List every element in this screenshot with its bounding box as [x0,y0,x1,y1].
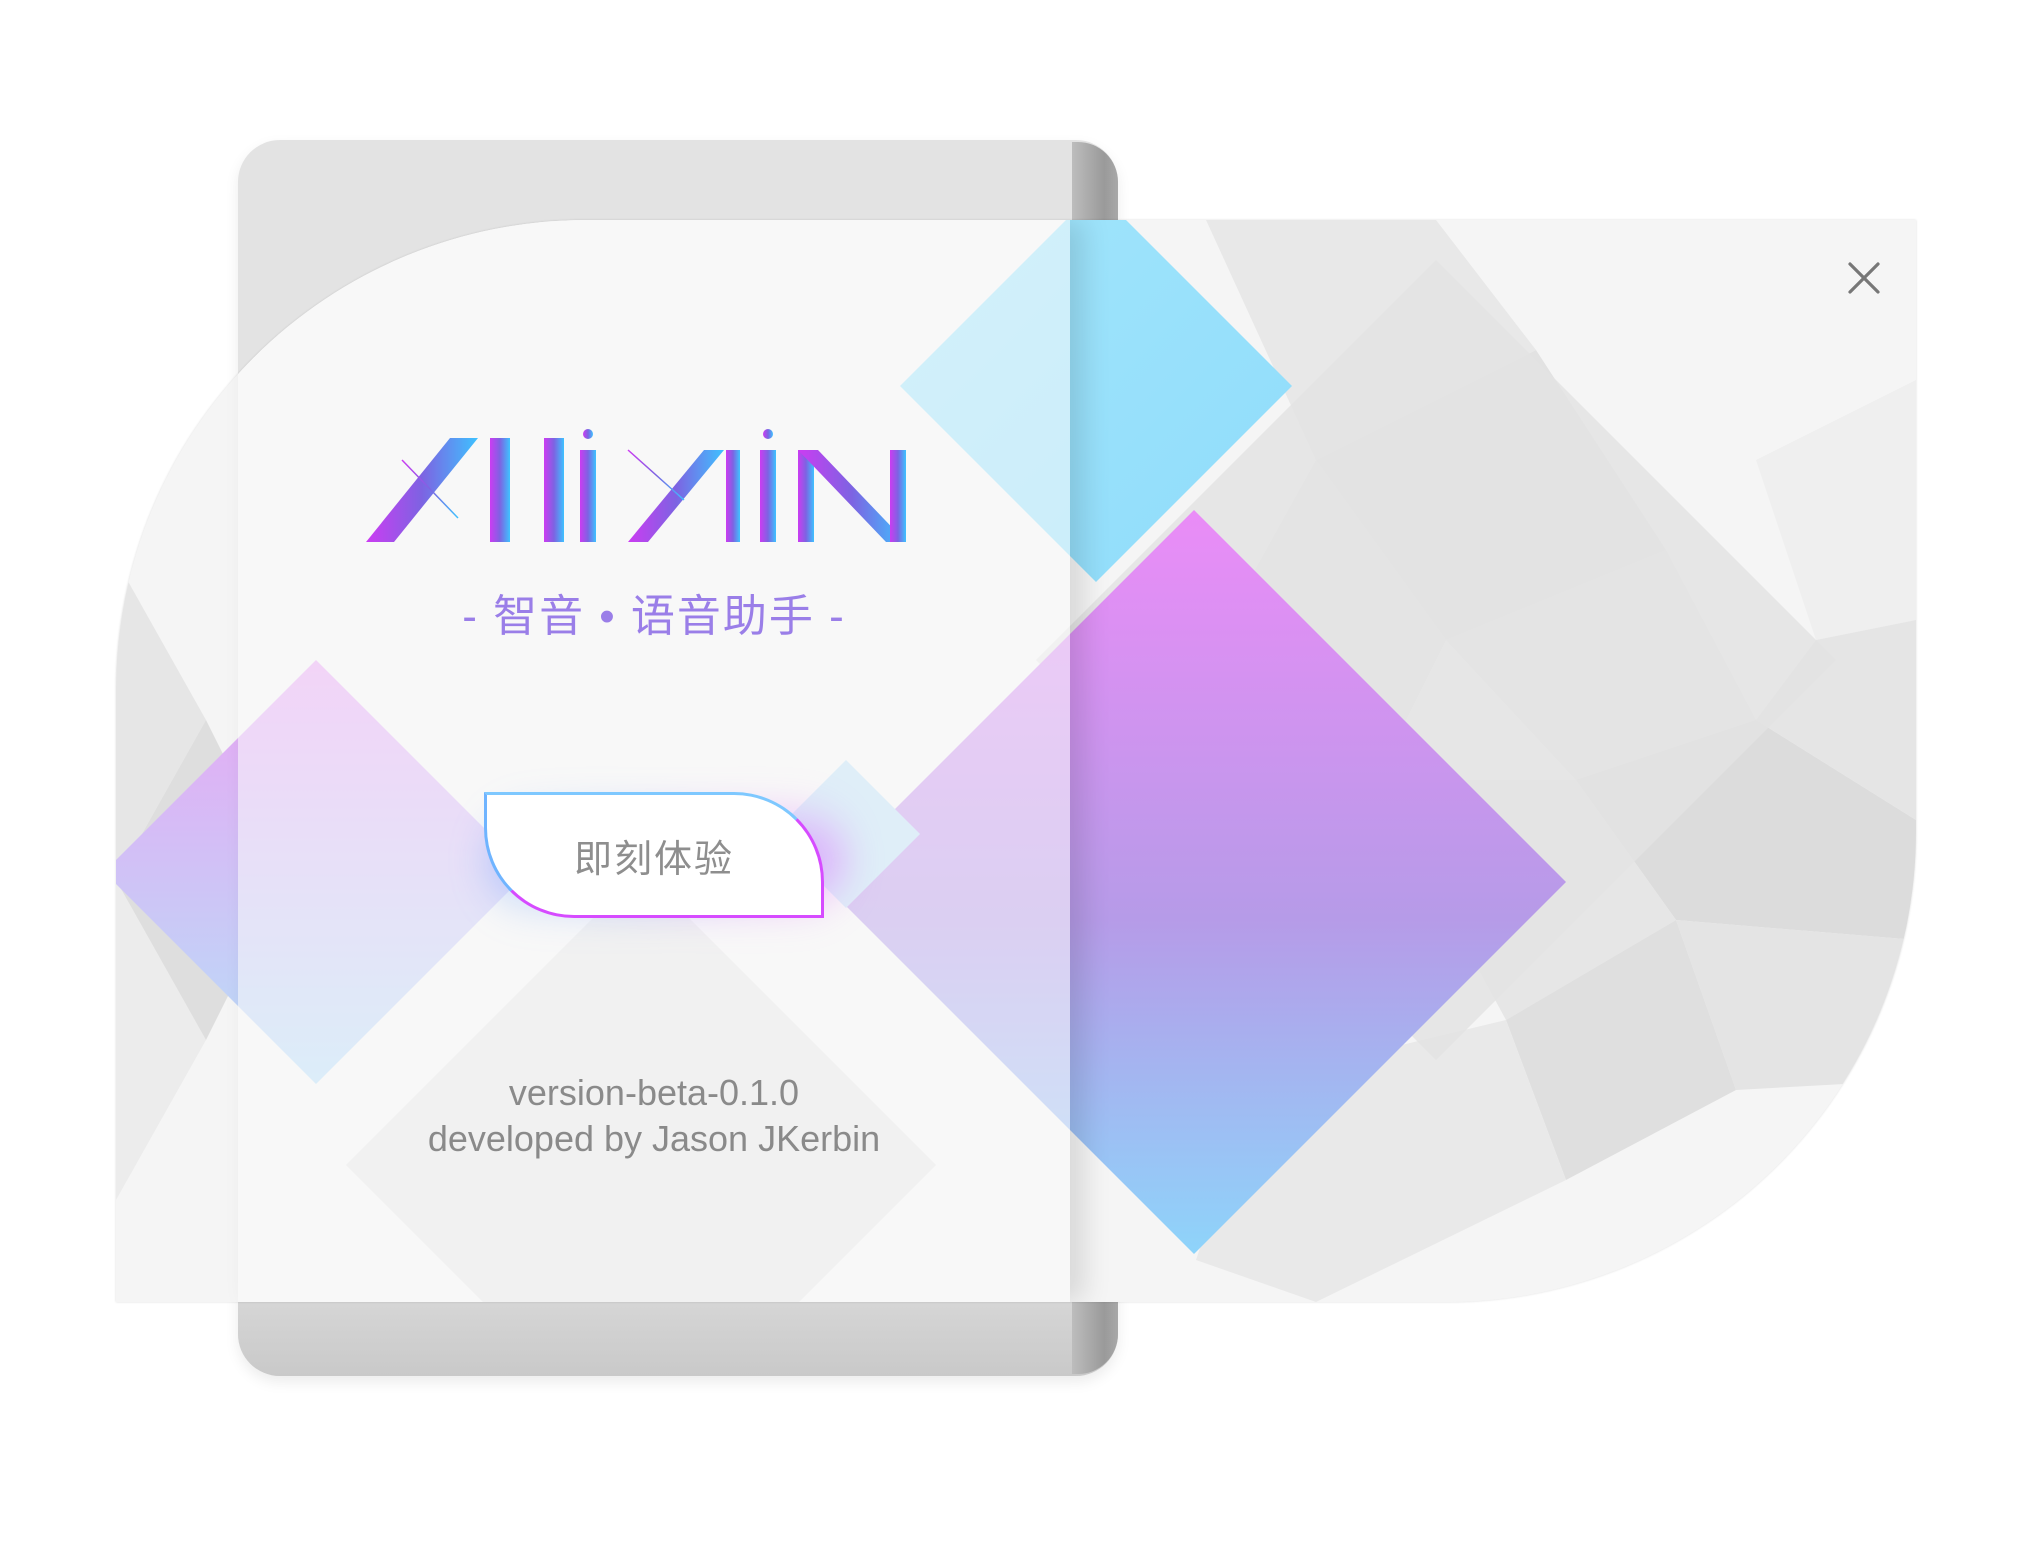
start-experience-button[interactable]: 即刻体验 [484,792,824,918]
version-info: version-beta-0.1.0 developed by Jason JK… [238,1070,1070,1162]
version-label: version-beta-0.1.0 [508,1072,800,1113]
back-card-bottom [238,1300,1118,1376]
stage: - 智音 • 语音助手 - 即刻体验 version-beta-0.1.0 de… [0,0,2024,1564]
developer-label: developed by Jason JKerbin [427,1118,881,1159]
splash-window: - 智音 • 语音助手 - 即刻体验 version-beta-0.1.0 de… [116,220,1916,1302]
close-icon [1848,262,1880,294]
close-button[interactable] [1836,250,1892,306]
zhiyin-logo [366,429,906,544]
app-subtitle: - 智音 • 语音助手 - [462,592,846,641]
